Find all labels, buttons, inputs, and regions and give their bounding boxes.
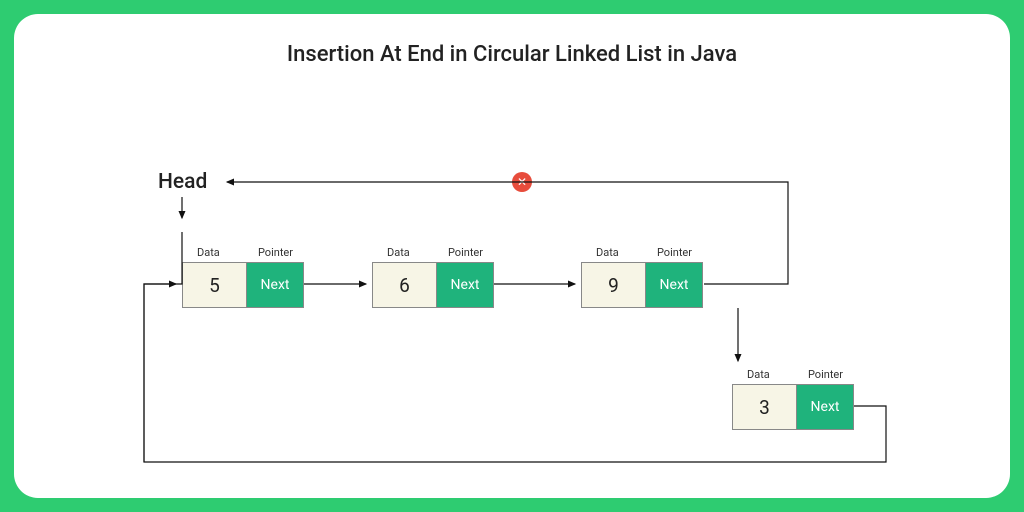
node-value: 6	[373, 263, 437, 307]
node-next: Next	[646, 263, 702, 307]
node-value: 5	[183, 263, 247, 307]
remove-link-icon: ✕	[512, 172, 532, 192]
pointer-caption: Pointer	[258, 246, 293, 259]
diagram-title: Insertion At End in Circular Linked List…	[287, 42, 737, 67]
list-node: Data Pointer 9 Next	[581, 262, 703, 308]
data-caption: Data	[387, 246, 410, 259]
node-next: Next	[437, 263, 493, 307]
pointer-caption: Pointer	[448, 246, 483, 259]
diagram-canvas: Insertion At End in Circular Linked List…	[14, 14, 1010, 498]
pointer-caption: Pointer	[808, 368, 843, 381]
list-node-new: Data Pointer 3 Next	[732, 384, 854, 430]
data-caption: Data	[747, 368, 770, 381]
head-label: Head	[158, 170, 207, 194]
node-next: Next	[247, 263, 303, 307]
list-node: Data Pointer 6 Next	[372, 262, 494, 308]
list-node: Data Pointer 5 Next	[182, 262, 304, 308]
node-value: 3	[733, 385, 797, 429]
data-caption: Data	[197, 246, 220, 259]
node-value: 9	[582, 263, 646, 307]
pointer-caption: Pointer	[657, 246, 692, 259]
arrows-layer	[14, 14, 1010, 498]
node-next: Next	[797, 385, 853, 429]
data-caption: Data	[596, 246, 619, 259]
